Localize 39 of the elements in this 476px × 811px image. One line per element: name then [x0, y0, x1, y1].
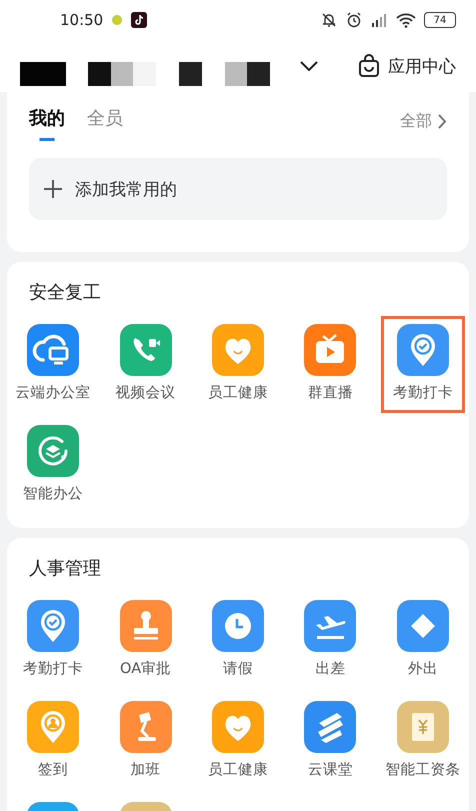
muted-bell-icon — [320, 12, 338, 28]
app-item[interactable]: 云端办公室 — [11, 316, 96, 413]
redacted-block — [179, 62, 202, 86]
app-item[interactable]: 智能工资条 — [380, 693, 465, 790]
app-item[interactable]: OA审批 — [103, 592, 188, 689]
alarm-icon — [346, 12, 362, 28]
signal-icon — [370, 12, 388, 28]
chevron-down-icon[interactable] — [300, 61, 318, 71]
app-item[interactable]: 出差 — [288, 592, 373, 689]
notification-dot-icon — [111, 14, 124, 26]
shopping-bag-icon — [358, 54, 380, 78]
section-title: 人事管理 — [28, 557, 102, 581]
redacted-block — [225, 62, 270, 86]
app-item[interactable]: 云课堂 — [288, 693, 373, 790]
app-item[interactable]: 签到 — [11, 693, 96, 790]
plus-icon — [43, 179, 63, 199]
app-item[interactable]: 视频会议 — [103, 316, 188, 413]
add-favorite-button[interactable]: 添加我常用的 — [29, 158, 447, 220]
highlighted-app-item[interactable]: 考勤打卡 — [380, 316, 465, 413]
app-item[interactable]: 群直播 — [288, 316, 373, 413]
all-link[interactable]: 全部 — [400, 110, 447, 132]
app-item[interactable]: 员工健康 — [196, 316, 280, 413]
app-item[interactable]: 请假 — [196, 592, 280, 689]
app-item[interactable]: 智能办公 — [11, 417, 96, 514]
chevron-right-icon — [438, 114, 447, 128]
app-item[interactable]: 外出 — [380, 592, 465, 689]
app-item[interactable]: 加班 — [103, 693, 188, 790]
music-app-icon — [131, 12, 148, 28]
redacted-block — [88, 62, 156, 86]
status-time: 10:50 — [60, 11, 104, 29]
section-title: 安全复工 — [28, 281, 102, 305]
redacted-block — [20, 62, 66, 86]
battery-level: 74 — [424, 12, 456, 28]
tab[interactable]: 全员 — [87, 102, 123, 140]
app-item[interactable]: 员工健康 — [196, 693, 280, 790]
app-center-button[interactable]: 应用中心 — [358, 54, 456, 78]
wifi-icon — [396, 12, 416, 28]
tab[interactable]: 我的 — [29, 102, 65, 140]
app-item[interactable]: 考勤打卡 — [11, 592, 96, 689]
